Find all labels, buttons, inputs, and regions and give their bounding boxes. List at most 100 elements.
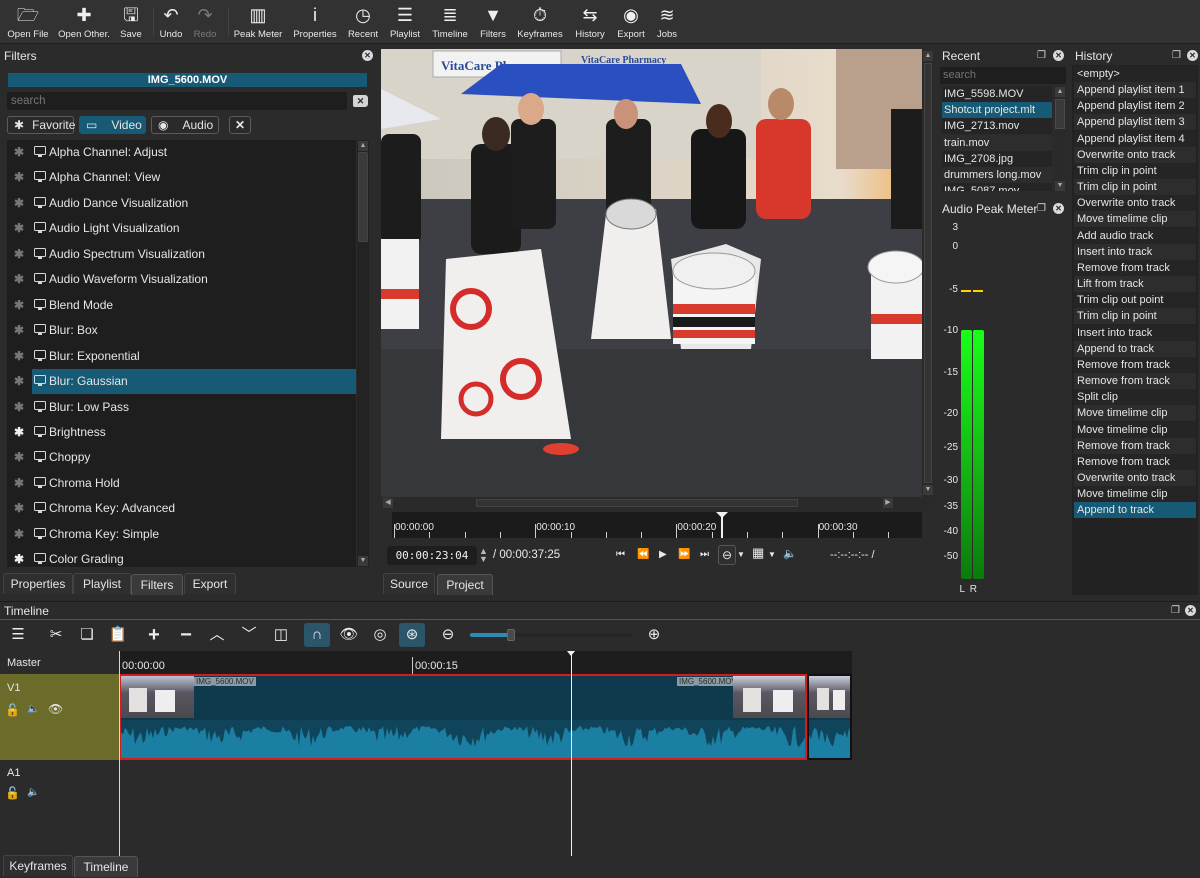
scroll-up-arrow[interactable]: ▲: [923, 51, 933, 61]
recent-item[interactable]: train.mov: [942, 134, 1052, 151]
filter-list-item[interactable]: ✱ Color Grading: [7, 547, 356, 567]
peak-meter-button[interactable]: ▥ Peak Meter: [228, 4, 288, 42]
history-item[interactable]: Trim clip in point: [1074, 308, 1196, 325]
playhead-marker[interactable]: [715, 512, 728, 518]
player-vertical-scrollbar[interactable]: ▲ ▼: [922, 49, 934, 497]
tab-filters[interactable]: Filters: [131, 574, 183, 595]
history-item[interactable]: Remove from track: [1074, 259, 1196, 276]
lock-icon[interactable]: 🔓: [5, 703, 20, 717]
favorite-star-icon[interactable]: ✱: [14, 349, 24, 363]
tab-export[interactable]: Export: [184, 573, 236, 594]
filter-list-item[interactable]: ✱ Audio Dance Visualization: [7, 191, 356, 217]
scroll-down-arrow[interactable]: ▼: [923, 485, 933, 495]
scroll-down-arrow[interactable]: ▼: [358, 556, 368, 566]
scroll-thumb[interactable]: [924, 63, 932, 483]
filter-list-item[interactable]: ✱ Chroma Hold: [7, 471, 356, 497]
history-item[interactable]: Insert into track: [1074, 324, 1196, 341]
history-item[interactable]: Trim clip in point: [1074, 162, 1196, 179]
filter-list-item[interactable]: ✱ Blend Mode: [7, 293, 356, 319]
float-icon[interactable]: ❐: [1171, 50, 1182, 61]
v1-track-header[interactable]: V1 🔓 🔈 👁: [0, 674, 119, 760]
audio-filter-tab[interactable]: ◉ Audio: [151, 116, 219, 134]
player-ruler[interactable]: 00:00:00 00:00:10 00:00:20 00:00:30: [392, 512, 922, 538]
jobs-button[interactable]: ≋ Jobs: [637, 4, 697, 42]
recent-scrollbar[interactable]: ▲ ▼: [1054, 86, 1066, 192]
timecode-field[interactable]: 00:00:23:04: [387, 546, 477, 565]
history-item[interactable]: Overwrite onto track: [1074, 146, 1196, 163]
favorite-star-icon[interactable]: ✱: [14, 527, 24, 541]
favorite-filter-tab[interactable]: ✱ Favorite: [7, 116, 75, 134]
split-button[interactable]: ◫: [268, 623, 294, 647]
open-file-button[interactable]: 🗁 Open File: [0, 4, 58, 42]
timeline-clip[interactable]: [807, 674, 852, 760]
history-item[interactable]: <empty>: [1074, 66, 1196, 82]
timeline-playhead[interactable]: [571, 651, 572, 856]
redo-button[interactable]: ↷ Redo: [175, 4, 235, 42]
history-item[interactable]: Split clip: [1074, 389, 1196, 406]
filter-list-item[interactable]: ✱ Alpha Channel: View: [7, 165, 356, 191]
scroll-up-arrow[interactable]: ▲: [1055, 87, 1065, 97]
video-filter-tab[interactable]: ▭ Video: [79, 116, 146, 134]
timeline-ruler[interactable]: 00:00:00 00:00:15: [119, 651, 852, 674]
filter-list-item[interactable]: ✱ Alpha Channel: Adjust: [7, 140, 356, 166]
history-item[interactable]: Move timelime clip: [1074, 211, 1196, 228]
zoom-dropdown-arrow[interactable]: ▼: [737, 549, 745, 561]
filter-list-item[interactable]: ✱ Audio Waveform Visualization: [7, 267, 356, 293]
history-item[interactable]: Append to track: [1074, 502, 1196, 519]
clear-search-icon[interactable]: ✕: [353, 95, 368, 107]
speaker-icon[interactable]: 🔈: [27, 704, 39, 715]
copy-button[interactable]: ❏: [74, 623, 100, 647]
history-item[interactable]: Remove from track: [1074, 453, 1196, 470]
skip-to-end-button[interactable]: ⏭: [700, 549, 709, 561]
filter-list-item[interactable]: ✱ Blur: Low Pass: [7, 395, 356, 421]
scroll-right-arrow[interactable]: ▶: [883, 498, 893, 508]
favorite-star-icon[interactable]: ✱: [14, 476, 24, 490]
recent-item[interactable]: drummers long.mov: [942, 167, 1052, 183]
lock-icon[interactable]: 🔓: [5, 786, 20, 800]
tab-properties[interactable]: Properties: [3, 573, 73, 594]
favorite-star-icon[interactable]: ✱: [14, 400, 24, 414]
float-icon[interactable]: ❐: [1170, 605, 1181, 616]
filter-list-item[interactable]: ✱ Blur: Box: [7, 318, 356, 344]
recent-search-input[interactable]: [940, 67, 1066, 84]
timeline-clip[interactable]: IMG_5600.MOV IMG_5600.MOV: [119, 674, 807, 760]
history-item[interactable]: Remove from track: [1074, 356, 1196, 373]
tab-timeline[interactable]: Timeline: [74, 856, 138, 877]
history-item[interactable]: Move timelime clip: [1074, 405, 1196, 422]
player-zoom-button[interactable]: ⊖: [718, 545, 736, 565]
filter-list-scrollbar[interactable]: ▲ ▼: [357, 140, 369, 567]
overwrite-button[interactable]: ﹀: [236, 623, 262, 647]
scrub-toggle[interactable]: 👁: [336, 623, 362, 647]
scroll-up-arrow[interactable]: ▲: [358, 141, 368, 151]
timeline-menu-button[interactable]: ☰: [5, 623, 31, 647]
remove-filter-button[interactable]: ✕: [229, 116, 251, 134]
tab-keyframes[interactable]: Keyframes: [3, 855, 73, 876]
lift-button[interactable]: ︿: [204, 623, 230, 647]
favorite-star-icon[interactable]: ✱: [14, 298, 24, 312]
close-icon[interactable]: ✕: [1053, 203, 1064, 214]
timeline-zoom-slider[interactable]: [470, 629, 632, 641]
snap-toggle[interactable]: ∩: [304, 623, 330, 647]
filter-search-input[interactable]: [7, 92, 347, 110]
history-item[interactable]: Overwrite onto track: [1074, 195, 1196, 212]
grid-button[interactable]: ▦: [752, 546, 764, 559]
a1-track-header[interactable]: A1 🔓 🔈: [0, 760, 119, 802]
filter-list-item[interactable]: ✱ Chroma Key: Simple: [7, 522, 356, 548]
history-item[interactable]: Append playlist item 4: [1074, 130, 1196, 147]
eye-icon[interactable]: 👁: [48, 702, 63, 716]
paste-button[interactable]: 📋: [105, 623, 131, 647]
history-item[interactable]: Remove from track: [1074, 437, 1196, 454]
history-item[interactable]: Append playlist item 2: [1074, 98, 1196, 115]
tab-playlist[interactable]: Playlist: [73, 573, 131, 594]
play-button[interactable]: ▶: [659, 549, 667, 561]
recent-item[interactable]: IMG_2713.mov: [942, 118, 1052, 135]
close-icon[interactable]: ✕: [1187, 50, 1198, 61]
close-icon[interactable]: ✕: [1185, 605, 1196, 616]
filter-list-item[interactable]: ✱ Chroma Key: Advanced: [7, 496, 356, 522]
filter-list-item[interactable]: ✱ Blur: Gaussian: [7, 369, 356, 395]
speaker-icon[interactable]: 🔈: [27, 787, 39, 798]
master-track-header[interactable]: Master: [0, 651, 119, 674]
player-horizontal-scrollbar[interactable]: ◀ ▶: [381, 497, 934, 509]
zoom-slider-handle[interactable]: [506, 629, 515, 641]
favorite-star-icon[interactable]: ✱: [14, 145, 24, 159]
